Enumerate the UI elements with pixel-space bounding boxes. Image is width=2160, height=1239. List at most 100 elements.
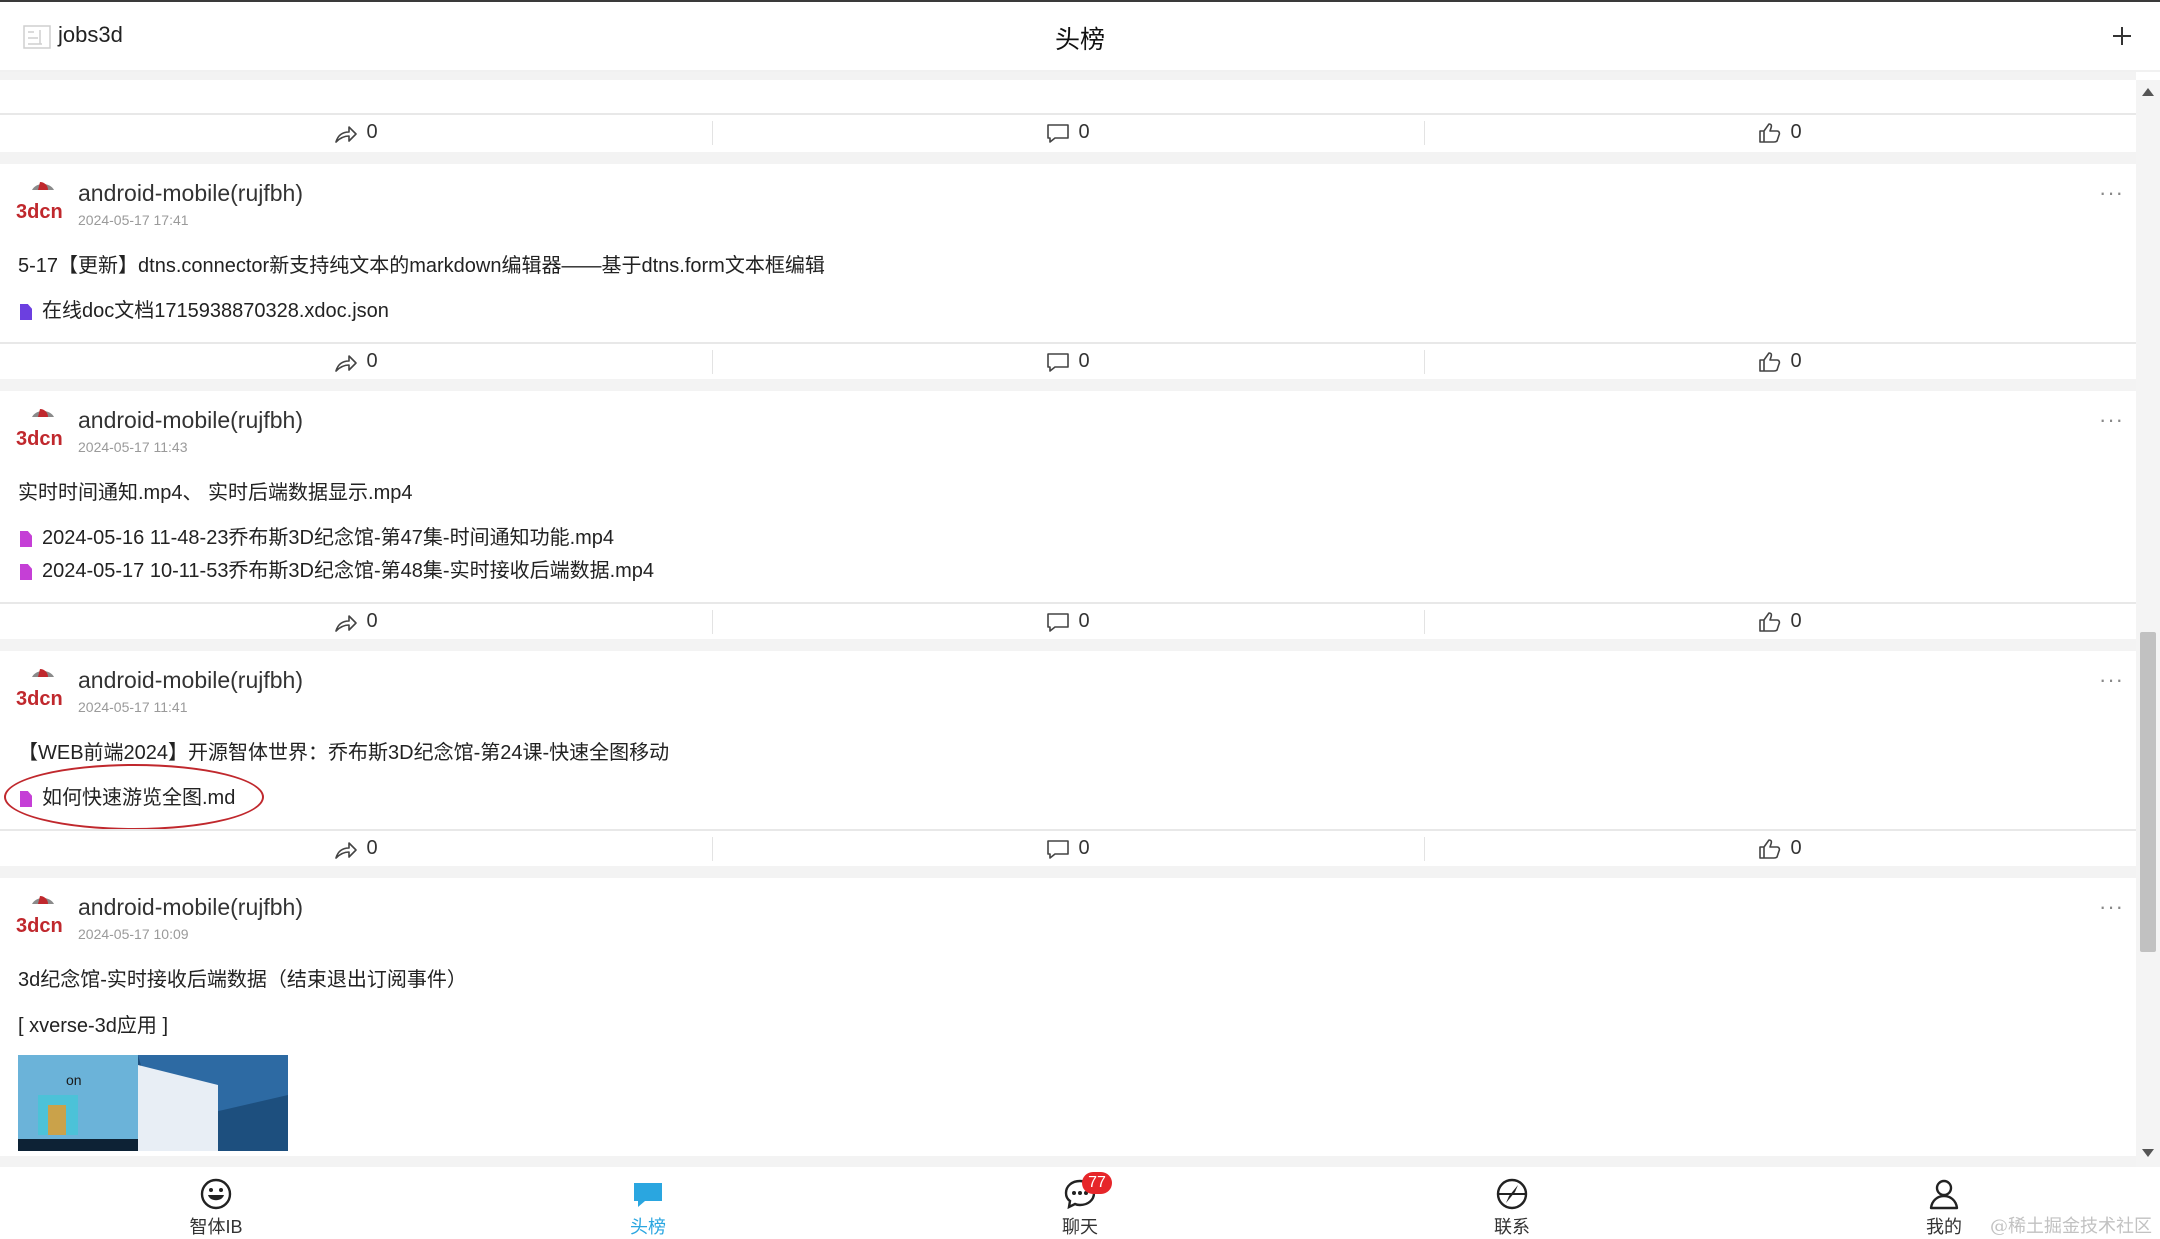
post-card: 3dcn android-mobile(rujfbh) 2024-05-17 1… — [0, 391, 2136, 639]
post-card: 0 0 0 — [0, 80, 2136, 152]
like-count: 0 — [1790, 837, 1802, 859]
feed-scrollbar[interactable] — [2136, 80, 2160, 1167]
scrollbar-thumb[interactable] — [2140, 632, 2156, 952]
forward-button[interactable]: 0 — [0, 831, 712, 866]
forward-count: 0 — [366, 837, 378, 859]
highlight-annotation-circle — [4, 764, 264, 830]
comment-button[interactable]: 0 — [712, 831, 1424, 866]
feed-list[interactable]: 0 0 0 3dcn android-mobile(rujfbh) 2024-0… — [0, 70, 2136, 1167]
post-text[interactable]: 实时时间通知.mp4、 实时后端数据显示.mp4 — [0, 466, 2136, 510]
post-author[interactable]: android-mobile(rujfbh) — [78, 894, 303, 921]
more-options-button[interactable]: ··· — [2099, 894, 2124, 920]
like-button[interactable]: 0 — [1424, 344, 2136, 379]
post-actions: 0 0 0 — [0, 829, 2136, 866]
forward-count: 0 — [366, 610, 378, 632]
post-card: 3dcn android-mobile(rujfbh) 2024-05-17 1… — [0, 164, 2136, 379]
post-author[interactable]: android-mobile(rujfbh) — [78, 407, 303, 434]
comment-count: 0 — [1078, 121, 1090, 143]
post-actions: 0 0 0 — [0, 342, 2136, 379]
nav-label: 联系 — [1494, 1217, 1530, 1237]
post-time: 2024-05-17 17:41 — [78, 212, 189, 228]
like-button[interactable]: 0 — [1424, 115, 2136, 150]
forward-count: 0 — [366, 121, 378, 143]
nav-label: 聊天 — [1062, 1217, 1098, 1237]
post-time: 2024-05-17 11:43 — [78, 439, 188, 455]
nav-label: 头榜 — [630, 1217, 666, 1237]
comment-icon — [1047, 352, 1070, 372]
forward-button[interactable]: 0 — [0, 604, 712, 639]
author-avatar[interactable]: 3dcn — [14, 405, 68, 457]
forward-icon — [335, 354, 358, 372]
nav-tab-chat[interactable]: 聊天 — [864, 1167, 1296, 1239]
post-text[interactable]: 5-17【更新】dtns.connector新支持纯文本的markdown编辑器… — [0, 239, 2136, 283]
document-icon — [20, 304, 32, 320]
attachment-link[interactable]: 在线doc文档1715938870328.xdoc.json — [18, 295, 2118, 328]
page-title: 头榜 — [1054, 26, 1105, 54]
thumbs-up-icon — [1759, 611, 1781, 632]
post-actions: 0 0 0 — [0, 113, 2136, 150]
like-button[interactable]: 0 — [1424, 604, 2136, 639]
avatar-brand-text: 3dcn — [16, 915, 63, 937]
thumbs-up-icon — [1759, 351, 1781, 372]
nav-tab-toubang[interactable]: 头榜 — [432, 1167, 864, 1239]
forward-icon — [335, 614, 358, 632]
like-count: 0 — [1790, 121, 1802, 143]
post-author[interactable]: android-mobile(rujfbh) — [78, 667, 303, 694]
post-text[interactable]: 3d纪念馆-实时接收后端数据（结束退出订阅事件） — [0, 953, 2136, 997]
scroll-down-arrow-icon[interactable] — [2142, 1149, 2154, 1157]
forward-count: 0 — [366, 350, 378, 372]
nav-label: 智体IB — [189, 1217, 243, 1237]
attachment-link[interactable]: 如何快速游览全图.md — [4, 764, 2118, 830]
comment-icon — [1047, 612, 1070, 632]
app-tag-link[interactable]: [ xverse-3d应用 ] — [0, 997, 2136, 1041]
nav-tab-zhiti[interactable]: 智体IB — [0, 1167, 432, 1239]
like-button[interactable]: 0 — [1424, 831, 2136, 866]
post-thumbnail-image[interactable]: on — [18, 1055, 288, 1151]
scroll-up-arrow-icon[interactable] — [2142, 88, 2154, 96]
comment-count: 0 — [1078, 350, 1090, 372]
thumbnail-text: on — [66, 1072, 82, 1088]
attachment-name: 在线doc文档1715938870328.xdoc.json — [42, 300, 389, 322]
compass-icon — [1496, 1178, 1528, 1210]
attachment-link[interactable]: 2024-05-17 10-11-53乔布斯3D纪念馆-第48集-实时接收后端数… — [18, 555, 2118, 588]
user-icon — [1929, 1179, 1959, 1210]
watermark: @稀土掘金技术社区 — [1990, 1216, 2152, 1237]
post-text[interactable]: 【WEB前端2024】开源智体世界：乔布斯3D纪念馆-第24课-快速全图移动 — [0, 726, 2136, 770]
more-options-button[interactable]: ··· — [2099, 180, 2124, 206]
thumbs-up-icon — [1759, 838, 1781, 859]
unread-badge: 77 — [1082, 1172, 1112, 1194]
attachment-name: 2024-05-17 10-11-53乔布斯3D纪念馆-第48集-实时接收后端数… — [42, 560, 655, 582]
comment-button[interactable]: 0 — [712, 604, 1424, 639]
post-card: 3dcn android-mobile(rujfbh) 2024-05-17 1… — [0, 878, 2136, 1156]
forward-button[interactable]: 0 — [0, 344, 712, 379]
chat-bubble-icon — [634, 1183, 662, 1207]
post-author[interactable]: android-mobile(rujfbh) — [78, 180, 303, 207]
author-avatar[interactable]: 3dcn — [14, 892, 68, 944]
comment-button[interactable]: 0 — [712, 115, 1424, 150]
thumbs-up-icon — [1759, 122, 1781, 143]
nav-tab-contacts[interactable]: 联系 — [1296, 1167, 1728, 1239]
post-time: 2024-05-17 11:41 — [78, 699, 188, 715]
attachment-name: 2024-05-16 11-48-23乔布斯3D纪念馆-第47集-时间通知功能.… — [42, 527, 615, 549]
comment-count: 0 — [1078, 837, 1090, 859]
post-time: 2024-05-17 10:09 — [78, 926, 189, 942]
forward-button[interactable]: 0 — [0, 115, 712, 150]
add-icon[interactable] — [2108, 22, 2136, 50]
author-avatar[interactable]: 3dcn — [14, 178, 68, 230]
avatar-brand-text: 3dcn — [16, 428, 63, 450]
forward-icon — [335, 841, 358, 859]
more-options-button[interactable]: ··· — [2099, 667, 2124, 693]
post-actions: 0 0 0 — [0, 602, 2136, 639]
avatar-brand-text: 3dcn — [16, 688, 63, 710]
like-count: 0 — [1790, 610, 1802, 632]
more-options-button[interactable]: ··· — [2099, 407, 2124, 433]
avatar-brand-text: 3dcn — [16, 201, 63, 223]
comment-count: 0 — [1078, 610, 1090, 632]
attachment-link[interactable]: 2024-05-16 11-48-23乔布斯3D纪念馆-第47集-时间通知功能.… — [18, 522, 2118, 555]
media-file-icon — [20, 531, 32, 547]
smiley-icon — [200, 1178, 232, 1210]
bottom-nav-bar: 智体IB 头榜 聊天 联系 我的 — [0, 1167, 2160, 1239]
comment-button[interactable]: 0 — [712, 344, 1424, 379]
author-avatar[interactable]: 3dcn — [14, 665, 68, 717]
comment-icon — [1047, 839, 1070, 859]
